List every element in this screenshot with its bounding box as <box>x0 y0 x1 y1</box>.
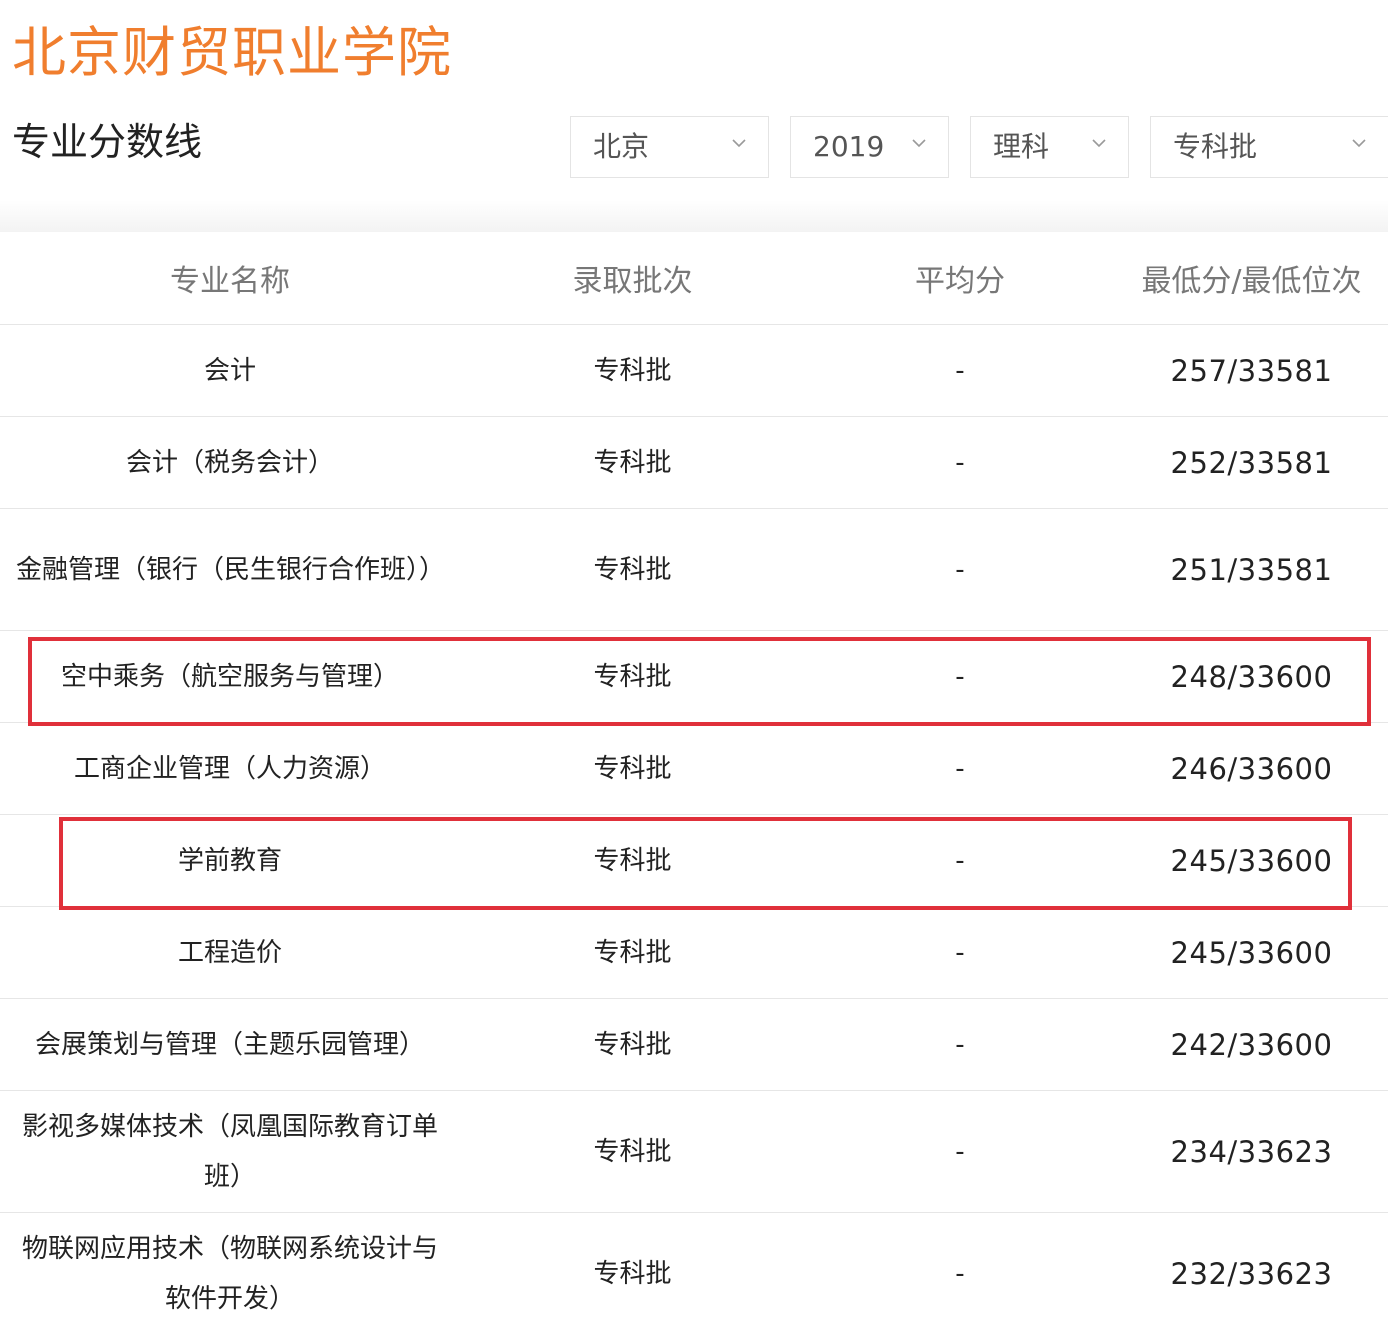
header-average: 平均分 <box>805 232 1115 325</box>
subject-select[interactable]: 理科 <box>970 116 1129 178</box>
score-table: 专业名称 录取批次 平均分 最低分/最低位次 会计 专科批 - 257/3358… <box>0 232 1388 1328</box>
average-score: - <box>805 1212 1115 1328</box>
major-name: 会展策划与管理（主题乐园管理） <box>0 998 460 1091</box>
table-row: 金融管理（银行（民生银行合作班）） 专科批 - 251/33581 <box>0 508 1388 631</box>
page: 北京财贸职业学院 专业分数线 北京 2019 理科 专科批 专业名称 录取批次 … <box>0 0 1388 1328</box>
table-row: 工程造价 专科批 - 245/33600 <box>0 906 1388 999</box>
major-name: 工商企业管理（人力资源） <box>0 722 460 815</box>
year-select[interactable]: 2019 <box>790 116 949 178</box>
major-name: 物联网应用技术（物联网系统设计与软件开发） <box>0 1212 460 1328</box>
table-row: 会计 专科批 - 257/33581 <box>0 324 1388 417</box>
school-title: 北京财贸职业学院 <box>12 21 452 84</box>
chevron-down-icon <box>1352 136 1366 150</box>
admission-batch: 专科批 <box>460 1212 805 1328</box>
min-score-rank: 245/33600 <box>1115 814 1388 907</box>
year-select-value: 2019 <box>813 130 885 163</box>
table-row: 会计（税务会计） 专科批 - 252/33581 <box>0 416 1388 509</box>
average-score: - <box>805 1090 1115 1213</box>
section-divider <box>0 200 1388 232</box>
table-row: 物联网应用技术（物联网系统设计与软件开发） 专科批 - 232/33623 <box>0 1212 1388 1328</box>
min-score-rank: 246/33600 <box>1115 722 1388 815</box>
average-score: - <box>805 416 1115 509</box>
table-row: 空中乘务（航空服务与管理） 专科批 - 248/33600 <box>0 630 1388 723</box>
table-row: 学前教育 专科批 - 245/33600 <box>0 814 1388 907</box>
admission-batch: 专科批 <box>460 906 805 999</box>
chevron-down-icon <box>1092 136 1106 150</box>
major-name: 影视多媒体技术（凤凰国际教育订单班） <box>0 1090 460 1213</box>
table-row: 影视多媒体技术（凤凰国际教育订单班） 专科批 - 234/33623 <box>0 1090 1388 1213</box>
min-score-rank: 234/33623 <box>1115 1090 1388 1213</box>
admission-batch: 专科批 <box>460 722 805 815</box>
major-name: 会计 <box>0 324 460 417</box>
chevron-down-icon <box>912 136 926 150</box>
min-score-rank: 257/33581 <box>1115 324 1388 417</box>
major-name: 金融管理（银行（民生银行合作班）） <box>0 508 460 631</box>
major-name: 工程造价 <box>0 906 460 999</box>
batch-select[interactable]: 专科批 <box>1150 116 1388 178</box>
header-min-score-rank: 最低分/最低位次 <box>1115 232 1388 325</box>
major-name: 学前教育 <box>0 814 460 907</box>
average-score: - <box>805 722 1115 815</box>
major-name: 会计（税务会计） <box>0 416 460 509</box>
table-row: 工商企业管理（人力资源） 专科批 - 246/33600 <box>0 722 1388 815</box>
average-score: - <box>805 814 1115 907</box>
average-score: - <box>805 508 1115 631</box>
province-select[interactable]: 北京 <box>570 116 769 178</box>
admission-batch: 专科批 <box>460 1090 805 1213</box>
admission-batch: 专科批 <box>460 630 805 723</box>
header-major: 专业名称 <box>0 232 460 325</box>
admission-batch: 专科批 <box>460 416 805 509</box>
min-score-rank: 245/33600 <box>1115 906 1388 999</box>
province-select-value: 北京 <box>593 130 650 163</box>
average-score: - <box>805 906 1115 999</box>
average-score: - <box>805 630 1115 723</box>
average-score: - <box>805 998 1115 1091</box>
admission-batch: 专科批 <box>460 324 805 417</box>
average-score: - <box>805 324 1115 417</box>
admission-batch: 专科批 <box>460 508 805 631</box>
subject-select-value: 理科 <box>993 130 1050 163</box>
table-row: 会展策划与管理（主题乐园管理） 专科批 - 242/33600 <box>0 998 1388 1091</box>
admission-batch: 专科批 <box>460 814 805 907</box>
chevron-down-icon <box>732 136 746 150</box>
section-title: 专业分数线 <box>12 120 203 164</box>
min-score-rank: 252/33581 <box>1115 416 1388 509</box>
table-header-row: 专业名称 录取批次 平均分 最低分/最低位次 <box>0 232 1388 325</box>
min-score-rank: 251/33581 <box>1115 508 1388 631</box>
header-batch: 录取批次 <box>460 232 805 325</box>
major-name: 空中乘务（航空服务与管理） <box>0 630 460 723</box>
min-score-rank: 248/33600 <box>1115 630 1388 723</box>
admission-batch: 专科批 <box>460 998 805 1091</box>
min-score-rank: 232/33623 <box>1115 1212 1388 1328</box>
min-score-rank: 242/33600 <box>1115 998 1388 1091</box>
batch-select-value: 专科批 <box>1173 130 1258 163</box>
